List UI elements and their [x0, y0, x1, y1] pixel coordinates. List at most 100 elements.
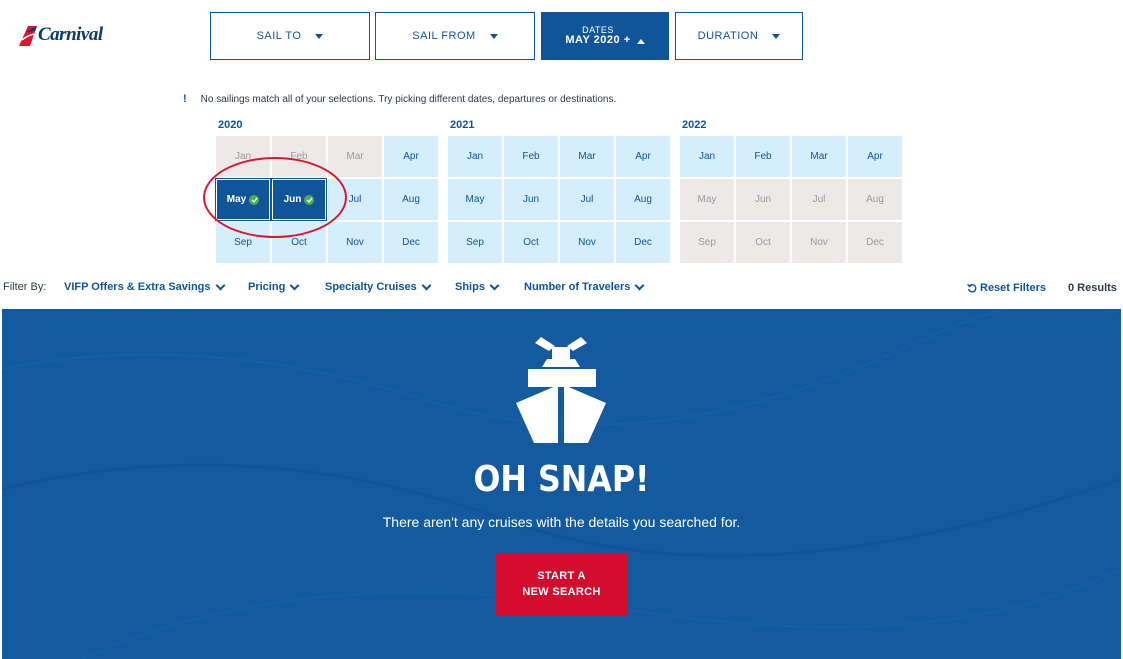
- filter-pricing[interactable]: Pricing: [248, 280, 300, 293]
- month-cell-2022-oct: Oct: [736, 222, 790, 263]
- month-label: Sep: [234, 237, 252, 248]
- reset-filters-label: Reset Filters: [980, 282, 1047, 294]
- month-cell-2022-apr[interactable]: Apr: [848, 136, 902, 177]
- dates-dropdown[interactable]: DATES MAY 2020 +: [541, 12, 669, 60]
- month-cell-2021-may[interactable]: May: [448, 179, 502, 220]
- carnival-funnel-icon: [17, 22, 39, 48]
- month-cell-2021-apr[interactable]: Apr: [616, 136, 670, 177]
- month-cell-2021-aug[interactable]: Aug: [616, 179, 670, 220]
- month-label: Jun: [754, 194, 772, 205]
- cruise-ship-icon: [516, 337, 606, 443]
- month-cell-2020-sep[interactable]: Sep: [216, 222, 270, 263]
- alert-icon: !: [183, 93, 187, 105]
- month-label: Jan: [466, 151, 484, 162]
- duration-dropdown[interactable]: DURATION: [675, 12, 803, 60]
- month-cell-2021-jan[interactable]: Jan: [448, 136, 502, 177]
- month-cell-2021-jun[interactable]: Jun: [504, 179, 558, 220]
- carnival-logo[interactable]: Carnival: [17, 22, 103, 48]
- month-cell-2020-jul[interactable]: Jul: [328, 179, 382, 220]
- calendar-2021: Jan Feb Mar Apr May Jun Jul Aug Sep Oct …: [448, 136, 670, 263]
- year-2020-label: 2020: [218, 119, 243, 131]
- month-cell-2020-aug[interactable]: Aug: [384, 179, 438, 220]
- sail-to-dropdown[interactable]: SAIL TO: [210, 12, 370, 60]
- month-cell-2022-nov: Nov: [792, 222, 846, 263]
- sail-from-label: SAIL FROM: [412, 30, 476, 42]
- filter-by-label: Filter By:: [3, 281, 47, 293]
- month-label: May: [697, 194, 717, 205]
- cta-line-1: START A: [537, 570, 586, 583]
- year-2022-label: 2022: [682, 119, 707, 131]
- month-label: Sep: [466, 237, 484, 248]
- month-cell-2022-may: May: [680, 179, 734, 220]
- month-cell-2021-sep[interactable]: Sep: [448, 222, 502, 263]
- month-label: Aug: [402, 194, 420, 205]
- no-results-hero: OH SNAP! There aren't any cruises with t…: [2, 309, 1121, 659]
- month-cell-2022-jun: Jun: [736, 179, 790, 220]
- filter-label: Pricing: [248, 281, 286, 293]
- month-label: Nov: [578, 237, 596, 248]
- month-label: Jul: [812, 194, 826, 205]
- month-label: Mar: [346, 151, 364, 162]
- calendar-2022: Jan Feb Mar Apr May Jun Jul Aug Sep Oct …: [680, 136, 902, 263]
- filter-vifp-offers[interactable]: VIFP Offers & Extra Savings: [64, 280, 225, 293]
- filter-label: VIFP Offers & Extra Savings: [64, 281, 211, 293]
- month-label: Oct: [523, 237, 539, 248]
- brand-name: Carnival: [38, 24, 103, 45]
- notice-text: No sailings match all of your selections…: [200, 93, 617, 105]
- month-label: Oct: [291, 237, 307, 248]
- month-cell-2020-nov[interactable]: Nov: [328, 222, 382, 263]
- month-cell-2021-mar[interactable]: Mar: [560, 136, 614, 177]
- month-cell-2021-oct[interactable]: Oct: [504, 222, 558, 263]
- filter-ships[interactable]: Ships: [455, 280, 500, 293]
- chevron-down-icon: [772, 33, 781, 39]
- month-cell-2022-feb[interactable]: Feb: [736, 136, 790, 177]
- month-cell-2020-mar: Mar: [328, 136, 382, 177]
- month-label: Nov: [346, 237, 364, 248]
- start-new-search-button[interactable]: START A NEW SEARCH: [496, 553, 627, 616]
- no-results-message: There aren't any cruises with the detail…: [382, 514, 741, 530]
- month-cell-2022-dec: Dec: [848, 222, 902, 263]
- chevron-down-icon: [315, 33, 324, 39]
- checkmark-icon: [249, 194, 260, 205]
- month-cell-2021-feb[interactable]: Feb: [504, 136, 558, 177]
- filter-number-of-travelers[interactable]: Number of Travelers: [524, 280, 645, 293]
- month-label: Jan: [234, 151, 252, 162]
- month-cell-2020-apr[interactable]: Apr: [384, 136, 438, 177]
- month-label: Jun: [283, 194, 302, 205]
- sail-to-label: SAIL TO: [256, 30, 302, 42]
- month-label: Feb: [522, 151, 540, 162]
- month-cell-2022-mar[interactable]: Mar: [792, 136, 846, 177]
- month-label: Feb: [290, 151, 308, 162]
- calendar-2020: Jan Feb Mar Apr May Jun Jul Aug Sep Oct …: [215, 136, 438, 263]
- month-label: Jun: [522, 194, 540, 205]
- sail-from-dropdown[interactable]: SAIL FROM: [375, 12, 535, 60]
- reset-filters-button[interactable]: Reset Filters: [967, 282, 1046, 294]
- month-label: Apr: [867, 151, 883, 162]
- results-count: 0 Results: [1068, 282, 1117, 294]
- chevron-down-icon: [489, 33, 498, 39]
- month-label: Jan: [698, 151, 716, 162]
- duration-label: DURATION: [697, 30, 759, 42]
- month-cell-2020-jun[interactable]: Jun: [271, 178, 327, 221]
- chevron-down-icon: [289, 280, 300, 290]
- month-cell-2020-may[interactable]: May: [215, 178, 271, 221]
- month-label: Sep: [698, 237, 716, 248]
- filter-label: Specialty Cruises: [325, 281, 417, 293]
- filter-specialty-cruises[interactable]: Specialty Cruises: [325, 280, 432, 293]
- month-cell-2021-nov[interactable]: Nov: [560, 222, 614, 263]
- oh-snap-heading: OH SNAP!: [473, 459, 650, 500]
- chevron-down-icon: [634, 280, 645, 290]
- month-label: Mar: [810, 151, 828, 162]
- filter-label: Ships: [455, 281, 485, 293]
- month-label: Apr: [403, 151, 419, 162]
- month-cell-2020-oct[interactable]: Oct: [272, 222, 326, 263]
- month-cell-2021-jul[interactable]: Jul: [560, 179, 614, 220]
- month-cell-2021-dec[interactable]: Dec: [616, 222, 670, 263]
- month-cell-2020-jan: Jan: [216, 136, 270, 177]
- month-cell-2022-jan[interactable]: Jan: [680, 136, 734, 177]
- filter-bar: Filter By: VIFP Offers & Extra Savings P…: [0, 280, 1123, 298]
- month-label: Aug: [866, 194, 884, 205]
- dates-value: MAY 2020 +: [565, 33, 631, 46]
- month-label: Jul: [580, 194, 594, 205]
- month-cell-2020-dec[interactable]: Dec: [384, 222, 438, 263]
